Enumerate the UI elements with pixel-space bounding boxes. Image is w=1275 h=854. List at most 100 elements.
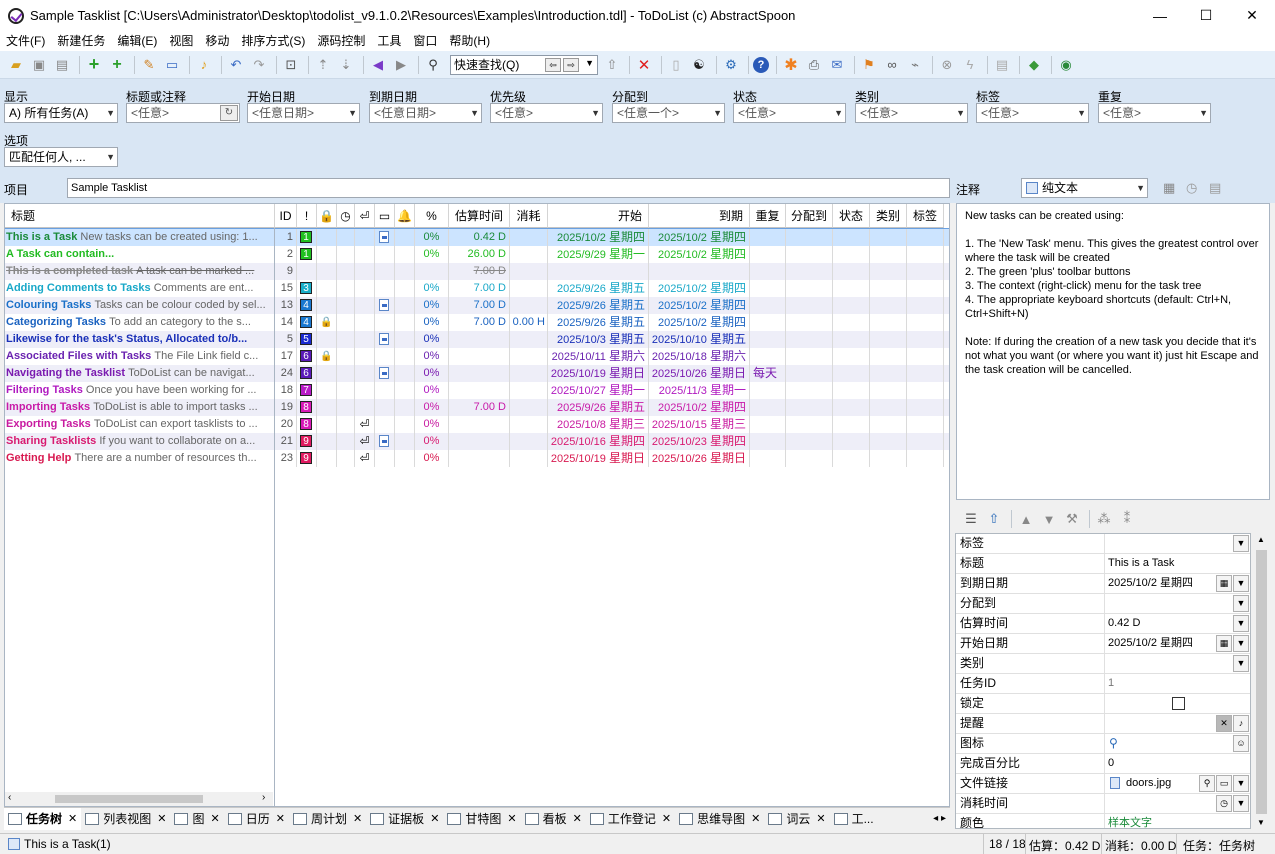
task-estimate[interactable]: 7.00 D [449, 280, 510, 297]
chevron-down-icon[interactable]: ▼ [1233, 655, 1249, 672]
clock-cell[interactable] [337, 280, 355, 297]
scroll-left-icon[interactable]: ‹ [8, 792, 11, 803]
task-title-cell[interactable]: Adding Comments to Tasks Comments are en… [5, 280, 275, 297]
task-due-date[interactable]: 2025/10/2 星期四 [649, 399, 750, 416]
col-due[interactable]: 到期 [649, 204, 750, 228]
file-link-cell[interactable] [375, 263, 395, 280]
properties-scrollbar[interactable]: ▲ ▼ [1253, 533, 1270, 829]
task-alloc[interactable] [786, 280, 833, 297]
task-spent[interactable] [510, 331, 548, 348]
flag-icon[interactable]: ⚑ [859, 55, 879, 75]
task-title-cell[interactable]: Sharing Tasklists If you want to collabo… [5, 433, 275, 450]
task-status[interactable] [833, 416, 870, 433]
reminder-cell[interactable] [395, 365, 415, 382]
calendar-icon[interactable]: ▦ [1216, 635, 1232, 652]
open-folder-icon[interactable]: ▰ [6, 55, 26, 75]
filter-due-select[interactable]: <任意日期> ▼ [369, 103, 482, 123]
property-value[interactable]: 0.42 D ▼ [1106, 614, 1250, 633]
task-category[interactable] [870, 399, 907, 416]
find-prev-icon[interactable]: ⇦ [545, 57, 561, 72]
undo-icon[interactable]: ↶ [226, 55, 246, 75]
task-title-cell[interactable]: Filtering Tasks Once you have been worki… [5, 382, 275, 399]
task-priority[interactable]: 8 [297, 399, 317, 416]
lock-icon[interactable] [317, 365, 337, 382]
recur-icon[interactable] [355, 314, 375, 331]
task-recurrence[interactable] [750, 348, 786, 365]
task-title-cell[interactable]: Navigating the Tasklist ToDoList can be … [5, 365, 275, 382]
filter-start-select[interactable]: <任意日期> ▼ [247, 103, 360, 123]
task-alloc[interactable] [786, 297, 833, 314]
reminder-cell[interactable] [395, 229, 415, 246]
task-spent[interactable] [510, 433, 548, 450]
delete-icon[interactable]: ✕ [634, 55, 654, 75]
table-row[interactable]: Navigating the Tasklist ToDoList can be … [5, 365, 949, 382]
task-percent[interactable]: 0% [415, 399, 449, 416]
new-task-plus-icon[interactable]: + [84, 54, 104, 75]
reminder-cell[interactable] [395, 314, 415, 331]
task-due-date[interactable]: 2025/10/26 星期日 [649, 365, 750, 382]
filter-title-input[interactable]: <任意> ↻ [126, 103, 240, 123]
clock-cell[interactable] [337, 263, 355, 280]
task-alloc[interactable] [786, 348, 833, 365]
task-percent[interactable]: 0% [415, 348, 449, 365]
reminder-cell[interactable] [395, 450, 415, 467]
task-alloc[interactable] [786, 365, 833, 382]
clock-cell[interactable] [337, 246, 355, 263]
menu-help[interactable]: 帮助(H) [443, 31, 496, 51]
clock-cell[interactable] [337, 399, 355, 416]
task-tags[interactable] [907, 450, 944, 467]
print-icon[interactable]: ⎙ [804, 55, 824, 75]
arrow-left-icon[interactable]: ◀ [368, 55, 388, 75]
task-estimate[interactable] [449, 331, 510, 348]
chevron-down-icon[interactable]: ▼ [1233, 595, 1249, 612]
task-recurrence[interactable] [750, 433, 786, 450]
clock-cell[interactable] [337, 416, 355, 433]
reminder-cell[interactable] [395, 382, 415, 399]
clock-cell[interactable] [337, 365, 355, 382]
filter-category-select[interactable]: <任意> ▼ [855, 103, 968, 123]
lock-icon[interactable] [317, 229, 337, 246]
task-alloc[interactable] [786, 314, 833, 331]
bell-icon[interactable]: ♪ [1233, 715, 1249, 732]
col-reminder-icon[interactable]: 🔔 [395, 204, 415, 228]
task-alloc[interactable] [786, 331, 833, 348]
task-estimate[interactable] [449, 450, 510, 467]
notes-format-select[interactable]: 纯文本 ▼ [1021, 178, 1148, 198]
lock-icon[interactable] [317, 280, 337, 297]
col-percent[interactable]: % [415, 204, 449, 228]
project-name-input[interactable]: Sample Tasklist [67, 178, 950, 198]
close-button[interactable]: ✕ [1229, 0, 1275, 31]
task-spent[interactable] [510, 280, 548, 297]
sort-icon[interactable]: ⇧ [984, 509, 1004, 529]
save-icon[interactable]: ▣ [29, 55, 49, 75]
col-title[interactable]: 标题 [5, 204, 275, 228]
task-alloc[interactable] [786, 246, 833, 263]
task-recurrence[interactable] [750, 314, 786, 331]
brush-icon[interactable]: ⌁ [905, 55, 925, 75]
pencil-icon[interactable]: ✎ [139, 55, 159, 75]
group-icon[interactable]: ⁂ [1094, 509, 1114, 529]
property-value[interactable]: ⚲ ☺ [1106, 734, 1250, 753]
task-start-date[interactable]: 2025/9/26 星期五 [548, 297, 649, 314]
task-category[interactable] [870, 229, 907, 246]
tab-worklog[interactable]: 工作登记 ✕ [586, 808, 675, 830]
reminder-cell[interactable] [395, 399, 415, 416]
property-value[interactable]: This is a Task [1106, 554, 1250, 573]
task-recurrence[interactable] [750, 297, 786, 314]
task-title-cell[interactable]: Likewise for the task's Status, Allocate… [5, 331, 275, 348]
task-alloc[interactable] [786, 229, 833, 246]
file-link-cell[interactable] [375, 280, 395, 297]
task-spent[interactable] [510, 229, 548, 246]
recur-icon[interactable] [355, 246, 375, 263]
yin-yang-icon[interactable]: ☯ [689, 55, 709, 75]
task-start-date[interactable]: 2025/10/19 星期日 [548, 365, 649, 382]
task-estimate[interactable] [449, 382, 510, 399]
chevron-down-icon[interactable]: ▼ [1233, 775, 1249, 792]
property-value[interactable]: ✕ ♪ [1106, 714, 1250, 733]
task-category[interactable] [870, 416, 907, 433]
task-percent[interactable]: 0% [415, 297, 449, 314]
table-row[interactable]: A Task can contain... 2 1 0% 26.00 D 2025/9/… [5, 246, 949, 263]
goto-parent-icon[interactable]: ⇧ [602, 55, 622, 75]
table-row[interactable]: Exporting Tasks ToDoList can export task… [5, 416, 949, 433]
lock-icon[interactable]: ▯ [666, 55, 686, 75]
